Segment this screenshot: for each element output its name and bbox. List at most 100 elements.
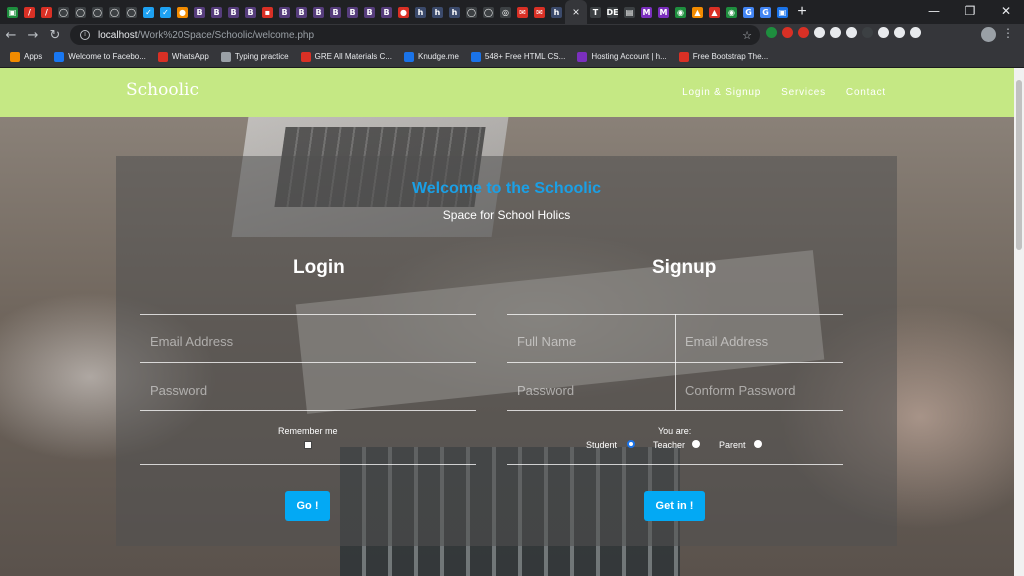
signup-fullname-input[interactable] [507,327,673,355]
maximize-button[interactable]: ❐ [952,0,988,24]
signup-divider-3 [507,464,843,465]
site-info-icon[interactable]: i [80,30,90,40]
browser-tab-30[interactable]: ✉ [514,0,531,24]
browser-tab-29[interactable]: ◎ [497,0,514,24]
browser-tab-right-4[interactable]: M [655,0,672,24]
signup-get-in-button[interactable]: Get in ! [644,491,705,521]
bookmark-item[interactable]: Welcome to Facebo... [54,51,146,62]
browser-tab-19[interactable]: B [327,0,344,24]
browser-tab-right-3[interactable]: M [638,0,655,24]
minimize-button[interactable]: — [916,0,952,24]
browser-tab-17[interactable]: B [293,0,310,24]
tab-favicon-icon: ▲ [692,6,703,18]
browser-tab-28[interactable]: ◯ [480,0,497,24]
browser-tab-right-10[interactable]: G [757,0,774,24]
browser-tab-0[interactable]: ▣ [4,0,21,24]
bookmark-item[interactable]: GRE All Materials C... [300,51,392,62]
browser-tab-26[interactable]: h [446,0,463,24]
nav-login-signup[interactable]: Login & Signup [682,87,761,98]
extension-icon[interactable] [862,27,873,38]
login-email-input[interactable] [140,327,476,355]
bookmark-item[interactable]: WhatsApp [157,51,209,62]
browser-tab-right-0[interactable]: T [587,0,604,24]
bookmark-item[interactable]: Typing practice [220,51,289,62]
browser-tab-right-7[interactable]: ▲ [706,0,723,24]
bookmark-item[interactable]: Free Bootstrap The... [678,51,768,62]
browser-tab-25[interactable]: h [429,0,446,24]
role-teacher-radio[interactable] [692,440,700,448]
bookmark-star-icon[interactable]: ☆ [742,29,752,42]
browser-tab-14[interactable]: B [242,0,259,24]
bookmark-item[interactable]: 548+ Free HTML CS... [470,51,565,62]
browser-tab-4[interactable]: ◯ [72,0,89,24]
browser-tab-7[interactable]: ◯ [123,0,140,24]
bookmark-item[interactable]: Apps [10,51,42,62]
bookmark-item[interactable]: Hosting Account | h... [577,51,667,62]
browser-tab-right-11[interactable]: ▣ [774,0,791,24]
browser-tab-15[interactable]: ▪ [259,0,276,24]
browser-tab-right-6[interactable]: ▲ [689,0,706,24]
extension-icon[interactable] [830,27,841,38]
remember-me-checkbox[interactable] [304,441,312,449]
signup-email-input[interactable] [675,327,843,355]
browser-tab-2[interactable]: / [38,0,55,24]
browser-tab-11[interactable]: B [191,0,208,24]
extension-icon[interactable] [782,27,793,38]
profile-avatar[interactable] [981,27,996,42]
browser-tab-right-1[interactable]: DE [604,0,621,24]
close-window-button[interactable]: ✕ [988,0,1024,24]
tab-favicon-icon: B [364,6,375,18]
extension-icon[interactable] [798,27,809,38]
browser-tab-right-2[interactable]: ▤ [621,0,638,24]
menu-icon[interactable]: ⋮ [1002,26,1014,40]
address-bar[interactable]: i localhost/Work%20Space/Schoolic/welcom… [70,25,760,45]
browser-tab-20[interactable]: B [344,0,361,24]
page-scrollbar[interactable] [1014,68,1024,576]
extension-icon[interactable] [878,27,889,38]
browser-tab-right-8[interactable]: ◉ [723,0,740,24]
extension-icon[interactable] [766,27,777,38]
active-tab[interactable]: × [565,0,587,24]
browser-tab-16[interactable]: B [276,0,293,24]
site-brand[interactable]: Schoolic [126,80,199,100]
extension-icon[interactable] [910,27,921,38]
browser-tab-18[interactable]: B [310,0,327,24]
login-password-input[interactable] [140,376,476,404]
role-student-radio[interactable] [627,440,635,448]
browser-tab-31[interactable]: ✉ [531,0,548,24]
browser-tab-12[interactable]: B [208,0,225,24]
bookmark-item[interactable]: Knudge.me [403,51,459,62]
nav-contact[interactable]: Contact [846,87,886,98]
extension-icon[interactable] [814,27,825,38]
role-parent-radio[interactable] [754,440,762,448]
browser-tab-6[interactable]: ◯ [106,0,123,24]
new-tab-button[interactable]: + [791,3,813,21]
scrollbar-thumb[interactable] [1016,80,1022,250]
signup-confirm-password-input[interactable] [675,376,843,404]
browser-tab-right-9[interactable]: G [740,0,757,24]
browser-tab-24[interactable]: h [412,0,429,24]
browser-tab-23[interactable]: ● [395,0,412,24]
back-icon[interactable]: ← [0,28,22,43]
browser-tab-9[interactable]: ✓ [157,0,174,24]
browser-tab-right-5[interactable]: ◉ [672,0,689,24]
forward-icon[interactable]: → [22,28,44,43]
browser-tab-22[interactable]: B [378,0,395,24]
browser-tab-32[interactable]: h [548,0,565,24]
browser-tab-21[interactable]: B [361,0,378,24]
nav-services[interactable]: Services [781,87,826,98]
login-go-button[interactable]: Go ! [285,491,330,521]
browser-tab-1[interactable]: / [21,0,38,24]
browser-tab-10[interactable]: ● [174,0,191,24]
browser-tab-8[interactable]: ✓ [140,0,157,24]
signup-password-input[interactable] [507,376,673,404]
tab-favicon-icon: B [211,6,222,18]
browser-tab-5[interactable]: ◯ [89,0,106,24]
browser-tab-27[interactable]: ◯ [463,0,480,24]
close-tab-icon[interactable]: × [572,5,579,19]
reload-icon[interactable]: ↻ [44,28,66,43]
extension-icon[interactable] [894,27,905,38]
extension-icon[interactable] [846,27,857,38]
browser-tab-3[interactable]: ◯ [55,0,72,24]
browser-tab-13[interactable]: B [225,0,242,24]
